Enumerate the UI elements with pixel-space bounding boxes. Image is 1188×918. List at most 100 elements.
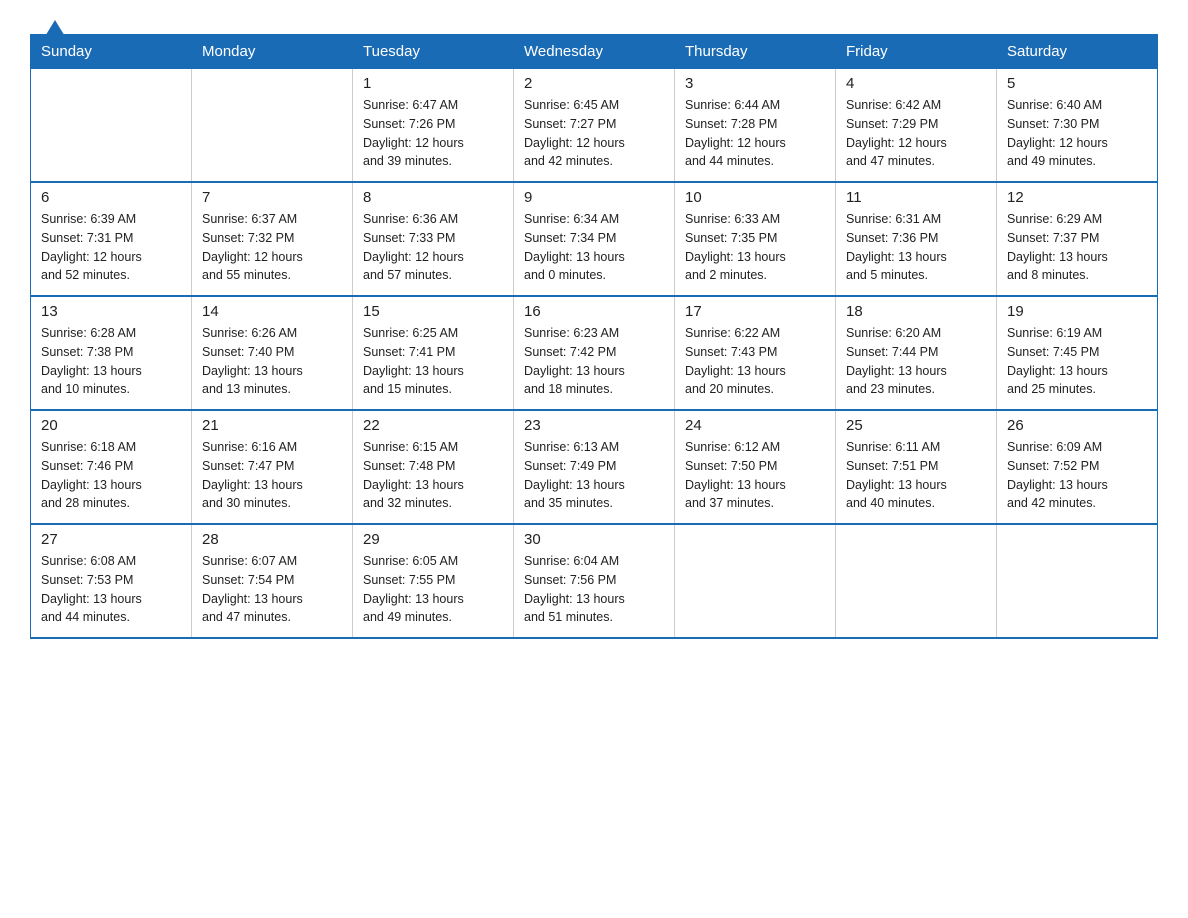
day-number: 19 (1007, 303, 1147, 320)
page-header (30, 20, 1158, 24)
day-info: Sunrise: 6:18 AM Sunset: 7:46 PM Dayligh… (41, 438, 181, 513)
day-number: 2 (524, 75, 664, 92)
calendar-week-row: 6Sunrise: 6:39 AM Sunset: 7:31 PM Daylig… (31, 182, 1158, 296)
col-friday: Friday (836, 35, 997, 69)
table-row: 11 Sunrise: 6:31 AM Sunset: 7:36 PM Dayli… (836, 182, 997, 296)
table-row: 5 Sunrise: 6:40 AM Sunset: 7:30 PM Daylig… (997, 69, 1158, 183)
day-info: Sunrise: 6:19 AM Sunset: 7:45 PM Dayligh… (1007, 324, 1147, 399)
day-number: 17 (685, 303, 825, 320)
table-row: 21Sunrise: 6:16 AM Sunset: 7:47 PM Dayli… (192, 410, 353, 524)
day-number: 22 (363, 417, 503, 434)
day-number: 12 (1007, 189, 1147, 206)
day-info: Sunrise: 6:37 AM Sunset: 7:32 PM Dayligh… (202, 210, 342, 285)
day-number: 24 (685, 417, 825, 434)
day-number: 6 (41, 189, 181, 206)
day-number: 7 (202, 189, 342, 206)
table-row (997, 524, 1158, 638)
day-info: Sunrise: 6:36 AM Sunset: 7:33 PM Dayligh… (363, 210, 503, 285)
calendar-week-row: 13 Sunrise: 6:28 AM Sunset: 7:38 PM Dayli… (31, 296, 1158, 410)
day-info: Sunrise: 6:11 AM Sunset: 7:51 PM Dayligh… (846, 438, 986, 513)
day-number: 25 (846, 417, 986, 434)
table-row: 24 Sunrise: 6:12 AM Sunset: 7:50 PM Dayli… (675, 410, 836, 524)
calendar-week-row: 20 Sunrise: 6:18 AM Sunset: 7:46 PM Dayli… (31, 410, 1158, 524)
day-info: Sunrise: 6:26 AM Sunset: 7:40 PM Dayligh… (202, 324, 342, 399)
table-row: 29 Sunrise: 6:05 AM Sunset: 7:55 PM Dayli… (353, 524, 514, 638)
table-row: 27 Sunrise: 6:08 AM Sunset: 7:53 PM Dayli… (31, 524, 192, 638)
table-row: 10Sunrise: 6:33 AM Sunset: 7:35 PM Dayli… (675, 182, 836, 296)
col-tuesday: Tuesday (353, 35, 514, 69)
day-number: 5 (1007, 75, 1147, 92)
day-info: Sunrise: 6:29 AM Sunset: 7:37 PM Dayligh… (1007, 210, 1147, 285)
day-number: 28 (202, 531, 342, 548)
day-info: Sunrise: 6:15 AM Sunset: 7:48 PM Dayligh… (363, 438, 503, 513)
table-row (31, 69, 192, 183)
day-info: Sunrise: 6:12 AM Sunset: 7:50 PM Dayligh… (685, 438, 825, 513)
table-row (675, 524, 836, 638)
table-row: 12 Sunrise: 6:29 AM Sunset: 7:37 PM Dayli… (997, 182, 1158, 296)
table-row: 20 Sunrise: 6:18 AM Sunset: 7:46 PM Dayli… (31, 410, 192, 524)
table-row (192, 69, 353, 183)
day-info: Sunrise: 6:47 AM Sunset: 7:26 PM Dayligh… (363, 96, 503, 171)
day-number: 13 (41, 303, 181, 320)
calendar-table: Sunday Monday Tuesday Wednesday Thursday… (30, 34, 1158, 639)
day-info: Sunrise: 6:20 AM Sunset: 7:44 PM Dayligh… (846, 324, 986, 399)
table-row: 9Sunrise: 6:34 AM Sunset: 7:34 PM Daylig… (514, 182, 675, 296)
day-info: Sunrise: 6:44 AM Sunset: 7:28 PM Dayligh… (685, 96, 825, 171)
day-number: 16 (524, 303, 664, 320)
day-number: 8 (363, 189, 503, 206)
day-number: 4 (846, 75, 986, 92)
col-monday: Monday (192, 35, 353, 69)
calendar-week-row: 1 Sunrise: 6:47 AM Sunset: 7:26 PM Daylig… (31, 69, 1158, 183)
day-number: 21 (202, 417, 342, 434)
col-thursday: Thursday (675, 35, 836, 69)
table-row: 3 Sunrise: 6:44 AM Sunset: 7:28 PM Daylig… (675, 69, 836, 183)
table-row: 8 Sunrise: 6:36 AM Sunset: 7:33 PM Daylig… (353, 182, 514, 296)
day-info: Sunrise: 6:34 AM Sunset: 7:34 PM Dayligh… (524, 210, 664, 285)
table-row: 22 Sunrise: 6:15 AM Sunset: 7:48 PM Dayli… (353, 410, 514, 524)
day-info: Sunrise: 6:40 AM Sunset: 7:30 PM Dayligh… (1007, 96, 1147, 171)
table-row: 19 Sunrise: 6:19 AM Sunset: 7:45 PM Dayli… (997, 296, 1158, 410)
day-number: 26 (1007, 417, 1147, 434)
day-info: Sunrise: 6:07 AM Sunset: 7:54 PM Dayligh… (202, 552, 342, 627)
col-wednesday: Wednesday (514, 35, 675, 69)
table-row: 28 Sunrise: 6:07 AM Sunset: 7:54 PM Dayli… (192, 524, 353, 638)
day-number: 18 (846, 303, 986, 320)
calendar-header-row: Sunday Monday Tuesday Wednesday Thursday… (31, 35, 1158, 69)
day-number: 30 (524, 531, 664, 548)
day-info: Sunrise: 6:13 AM Sunset: 7:49 PM Dayligh… (524, 438, 664, 513)
day-info: Sunrise: 6:22 AM Sunset: 7:43 PM Dayligh… (685, 324, 825, 399)
day-number: 1 (363, 75, 503, 92)
table-row (836, 524, 997, 638)
day-number: 11 (846, 189, 986, 206)
calendar-week-row: 27 Sunrise: 6:08 AM Sunset: 7:53 PM Dayli… (31, 524, 1158, 638)
table-row: 18 Sunrise: 6:20 AM Sunset: 7:44 PM Dayli… (836, 296, 997, 410)
day-info: Sunrise: 6:31 AM Sunset: 7:36 PM Dayligh… (846, 210, 986, 285)
table-row: 7 Sunrise: 6:37 AM Sunset: 7:32 PM Daylig… (192, 182, 353, 296)
day-info: Sunrise: 6:08 AM Sunset: 7:53 PM Dayligh… (41, 552, 181, 627)
day-number: 15 (363, 303, 503, 320)
table-row: 2 Sunrise: 6:45 AM Sunset: 7:27 PM Daylig… (514, 69, 675, 183)
day-info: Sunrise: 6:45 AM Sunset: 7:27 PM Dayligh… (524, 96, 664, 171)
table-row: 23 Sunrise: 6:13 AM Sunset: 7:49 PM Dayli… (514, 410, 675, 524)
table-row: 30 Sunrise: 6:04 AM Sunset: 7:56 PM Dayli… (514, 524, 675, 638)
day-number: 3 (685, 75, 825, 92)
day-number: 20 (41, 417, 181, 434)
table-row: 17 Sunrise: 6:22 AM Sunset: 7:43 PM Dayli… (675, 296, 836, 410)
table-row: 26 Sunrise: 6:09 AM Sunset: 7:52 PM Dayli… (997, 410, 1158, 524)
day-info: Sunrise: 6:28 AM Sunset: 7:38 PM Dayligh… (41, 324, 181, 399)
table-row: 14 Sunrise: 6:26 AM Sunset: 7:40 PM Dayli… (192, 296, 353, 410)
day-number: 14 (202, 303, 342, 320)
day-info: Sunrise: 6:09 AM Sunset: 7:52 PM Dayligh… (1007, 438, 1147, 513)
table-row: 15Sunrise: 6:25 AM Sunset: 7:41 PM Dayli… (353, 296, 514, 410)
day-number: 23 (524, 417, 664, 434)
day-info: Sunrise: 6:42 AM Sunset: 7:29 PM Dayligh… (846, 96, 986, 171)
table-row: 6Sunrise: 6:39 AM Sunset: 7:31 PM Daylig… (31, 182, 192, 296)
day-number: 27 (41, 531, 181, 548)
table-row: 4 Sunrise: 6:42 AM Sunset: 7:29 PM Daylig… (836, 69, 997, 183)
day-number: 29 (363, 531, 503, 548)
table-row: 25 Sunrise: 6:11 AM Sunset: 7:51 PM Dayli… (836, 410, 997, 524)
day-info: Sunrise: 6:05 AM Sunset: 7:55 PM Dayligh… (363, 552, 503, 627)
day-info: Sunrise: 6:04 AM Sunset: 7:56 PM Dayligh… (524, 552, 664, 627)
day-number: 10 (685, 189, 825, 206)
day-info: Sunrise: 6:23 AM Sunset: 7:42 PM Dayligh… (524, 324, 664, 399)
